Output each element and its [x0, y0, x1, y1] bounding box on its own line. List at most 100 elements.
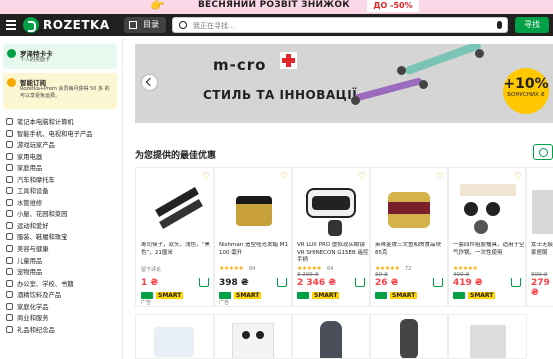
category-item[interactable]: 工具和设备	[3, 185, 121, 197]
home-icon	[6, 164, 13, 172]
category-label: 工具和设备	[17, 188, 49, 196]
product-image[interactable]	[144, 178, 208, 240]
product-name[interactable]: 一套四件组胶桶具，适用于空气炸锅、一次性使用	[453, 242, 525, 264]
history-button[interactable]	[533, 144, 553, 160]
product-price: 279 ₴	[531, 278, 550, 298]
cart-icon[interactable]	[355, 278, 365, 287]
bonus-value: +10%	[503, 76, 549, 92]
product-name[interactable]: 女士无痕家居服	[531, 242, 553, 264]
search-input[interactable]: 我正在寻找…	[172, 17, 508, 33]
smart-badge: SMART	[312, 292, 340, 299]
loyalty-card[interactable]: 罗泽特卡卡 个人的奖励卡	[3, 44, 117, 69]
category-item[interactable]: 家庭化学品	[3, 301, 121, 313]
product-tile[interactable]	[213, 314, 293, 359]
product-name[interactable]: VR LUX PRO 虚拟现实眼镜 VR SHINECON G15EB 遥控手柄	[297, 242, 369, 264]
rozetka-logo-icon[interactable]	[23, 17, 39, 33]
promo-chip: ДО -50%	[367, 0, 419, 12]
category-item[interactable]: 汽车和摩托车	[3, 174, 121, 186]
product-tile[interactable]: ♡ 寿司筷子，双头，浅色，“黑色”，21厘米 留下评论 1 ₴ SMART 广告	[135, 167, 215, 307]
tools-icon	[6, 187, 13, 195]
card-icon	[7, 49, 16, 58]
category-item[interactable]: 家庭用品	[3, 162, 121, 174]
hand-icon: 👉	[150, 0, 165, 12]
product-name[interactable]: 寿司筷子，双头，浅色，“黑色”，21厘米	[141, 242, 213, 264]
product-image[interactable]	[378, 178, 442, 240]
product-tile[interactable]: ♡ VR LUX PRO 虚拟现实眼镜 VR SHINECON G15EB 遥控…	[291, 167, 371, 307]
rating-stars: ★★★★★	[219, 265, 244, 272]
wine-icon	[6, 291, 13, 299]
wheel-shape	[397, 66, 406, 75]
category-item[interactable]: 家用电器	[3, 151, 121, 163]
banner-prev-button[interactable]	[142, 75, 157, 90]
gamepad-icon	[6, 141, 13, 149]
category-label: 家用电器	[17, 153, 43, 161]
car-icon	[6, 175, 13, 183]
wheel-shape	[419, 80, 428, 89]
cart-icon[interactable]	[433, 278, 443, 287]
category-item[interactable]: 运动和爱好	[3, 220, 121, 232]
appliance-icon	[6, 152, 13, 160]
bonus-badge: +10% БОНУСНИХ ₴	[503, 68, 549, 114]
menu-icon[interactable]	[6, 20, 16, 32]
product-tile[interactable]: ♡ Nishman 造型哑光发蜡 M1 100 毫升 ★★★★★ 84 398 …	[213, 167, 293, 307]
category-item[interactable]: 办公室、学校、书籍	[3, 278, 121, 290]
search-icon	[179, 21, 187, 29]
product-tile[interactable]	[135, 314, 215, 359]
product-image[interactable]	[456, 178, 520, 240]
promo-strip[interactable]: 👉 ВЕСНЯНИЙ РОЗВІТ ЗНИЖОК ДО -50%	[0, 0, 553, 14]
cart-icon[interactable]	[511, 278, 521, 287]
product-tile[interactable]: ♡ 一套四件组胶桶具，适用于空气炸锅、一次性使用 ★★★★★ 499 ₴ 419…	[447, 167, 527, 307]
category-item[interactable]: 智能手机、电视和电子产品	[3, 128, 121, 140]
microphone-icon[interactable]	[497, 21, 502, 29]
review-count[interactable]: 72	[405, 266, 411, 272]
product-image[interactable]	[528, 178, 553, 240]
review-count[interactable]: 64	[327, 266, 333, 272]
category-item[interactable]: 服装、鞋履和珠宝	[3, 231, 121, 243]
product-tile[interactable]: 女士无痕家居服 399 ₴ 279 ₴	[525, 167, 553, 307]
smart-badge: SMART	[156, 292, 184, 299]
product-image[interactable]	[300, 178, 364, 240]
category-label: 运动和爱好	[17, 222, 49, 230]
promo-banner[interactable]: m-cro СТИЛЬ ТА ІННОВАЦІЇ +10% БОНУСНИХ ₴	[135, 44, 553, 123]
category-list: 笔记本电脑和计算机 智能手机、电视和电子产品 游戏玩家产品 家用电器 家庭用品 …	[3, 116, 121, 335]
category-item[interactable]: 儿童用品	[3, 255, 121, 267]
catalog-button[interactable]: 目录	[124, 17, 166, 33]
cart-icon[interactable]	[277, 278, 287, 287]
category-item[interactable]: 宠物用品	[3, 266, 121, 278]
review-count[interactable]: 84	[249, 266, 255, 272]
find-button[interactable]: 寻找	[515, 17, 549, 33]
product-tile[interactable]: ♡ 英味金牌三文鱼和肉食品块 85克 ★★★★★ 72 30 ₴ 26 ₴ SM…	[369, 167, 449, 307]
category-label: 汽车和摩托车	[17, 176, 55, 184]
bonus-label: БОНУСНИХ ₴	[507, 92, 545, 98]
category-item[interactable]: 小屋、花园和菜园	[3, 208, 121, 220]
review-count[interactable]: 留下评论	[141, 266, 161, 273]
category-item[interactable]: 酒精饮料及产品	[3, 289, 121, 301]
category-label: 儿童用品	[17, 257, 43, 265]
logo-text[interactable]: ROZETKA	[43, 18, 110, 32]
category-item[interactable]: 水管维修	[3, 197, 121, 209]
delivery-icon	[375, 292, 387, 299]
rating-stars: ★★★★★	[375, 265, 400, 272]
cart-icon[interactable]	[199, 278, 209, 287]
product-name[interactable]: Nishman 造型哑光发蜡 M1 100 毫升	[219, 242, 291, 264]
grid-icon	[129, 21, 137, 29]
category-item[interactable]: 美容与健康	[3, 243, 121, 255]
category-item[interactable]: 礼品和纪念品	[3, 324, 121, 336]
scooter-image	[404, 44, 482, 76]
product-tile[interactable]	[291, 314, 371, 359]
product-image[interactable]	[222, 178, 286, 240]
product-tile[interactable]	[447, 314, 527, 359]
product-name[interactable]: 英味金牌三文鱼和肉食品块 85克	[375, 242, 447, 264]
subscription-card[interactable]: 智能订阅 Rozetka+Prem 会员每月获得 50 多 的可以享受免运费。	[3, 73, 117, 109]
category-item[interactable]: 笔记本电脑和计算机	[3, 116, 121, 128]
kids-icon	[6, 256, 13, 264]
category-item[interactable]: 商业和服务	[3, 312, 121, 324]
garden-icon	[6, 210, 13, 218]
category-label: 笔记本电脑和计算机	[17, 119, 74, 126]
category-label: 水管维修	[17, 199, 43, 207]
banner-brand: m-cro	[213, 56, 267, 74]
rating-stars: ★★★★★	[297, 265, 322, 272]
product-price: 1 ₴	[141, 278, 159, 288]
product-tile[interactable]	[369, 314, 449, 359]
category-item[interactable]: 游戏玩家产品	[3, 139, 121, 151]
